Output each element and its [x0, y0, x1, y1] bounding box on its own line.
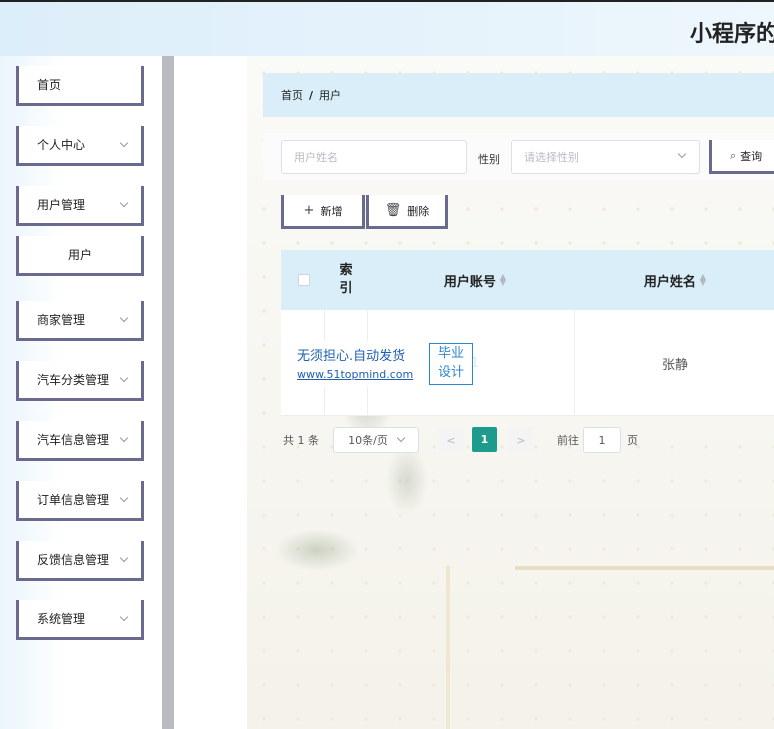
watermark-badge-line1: 毕业 [437, 346, 464, 361]
gutter [174, 56, 247, 729]
table-header: 索 引 用户账号 ▲ ▼ 用户姓名 ▲ ▼ [281, 250, 774, 310]
name-search-input[interactable]: 用户姓名 [281, 140, 467, 174]
column-header-name[interactable]: 用户姓名 ▲ ▼ [575, 250, 774, 310]
select-all-checkbox[interactable] [298, 274, 310, 286]
chevron-down-icon [119, 493, 129, 502]
query-button[interactable]: ⌕ 查询 [709, 140, 774, 174]
sidebar-item-merchant-management[interactable]: 商家管理 [16, 301, 144, 341]
column-header-name-label: 用户姓名 [643, 274, 696, 290]
watermark-text: 无须担心.自动发货 [297, 349, 406, 364]
sidebar-item-home[interactable]: 首页 [16, 66, 144, 106]
goto-prefix: 前往 [557, 434, 579, 447]
page-number-active[interactable]: 1 [472, 427, 497, 452]
sidebar-item-label: 用户管理 [37, 198, 86, 212]
delete-button-label: 删除 [407, 204, 430, 218]
column-header-account[interactable]: 用户账号 ▲ ▼ [375, 250, 575, 310]
watermark-url: www.51topmind.com [297, 368, 414, 381]
sidebar-item-label: 系统管理 [37, 612, 86, 626]
chevron-down-icon [119, 313, 129, 322]
breadcrumb-separator: / [309, 88, 314, 102]
gender-select[interactable]: 请选择性别 [511, 140, 700, 174]
sidebar-item-label: 汽车分类管理 [37, 373, 110, 387]
chevron-down-icon [119, 553, 129, 562]
name-search-placeholder: 用户姓名 [294, 151, 338, 164]
watermark-overlay: 无须担心.自动发货 www.51topmind.com 毕业 设计 [293, 341, 479, 387]
breadcrumb-current: 用户 [319, 89, 342, 102]
sort-icon[interactable]: ▲ ▼ [500, 273, 506, 287]
sidebar-item-label: 用户 [67, 248, 92, 262]
page-size-select[interactable]: 10条/页 [333, 427, 419, 453]
next-page-button[interactable]: > [508, 427, 534, 453]
column-header-index: 索 引 [339, 263, 353, 296]
breadcrumb-home[interactable]: 首页 [281, 87, 303, 103]
page-size-label: 10条/页 [348, 434, 388, 447]
chevron-down-icon [119, 138, 129, 147]
sidebar-item-user[interactable]: 用户 [16, 236, 144, 276]
chevron-down-icon [119, 198, 129, 207]
sidebar-item-label: 汽车信息管理 [37, 433, 110, 447]
breadcrumb: 首页 / 用户 [263, 73, 774, 117]
sidebar-item-feedback-info[interactable]: 反馈信息管理 [16, 541, 144, 581]
sidebar-item-label: 个人中心 [37, 138, 86, 152]
add-button[interactable]: + 新增 [281, 195, 365, 229]
chevron-left-icon: < [446, 433, 456, 447]
goto-page-input[interactable]: 1 [583, 427, 621, 453]
watermark-badge: 毕业 设计 [429, 343, 473, 385]
prev-page-button[interactable]: < [438, 427, 464, 453]
watermark-badge-line2: 设计 [437, 365, 464, 380]
chevron-down-icon [677, 149, 687, 159]
shelf-decoration [515, 566, 774, 570]
sidebar-item-user-management[interactable]: 用户管理 [16, 186, 144, 226]
sidebar-item-label: 反馈信息管理 [37, 553, 110, 567]
plus-icon: + [303, 203, 315, 218]
gender-select-placeholder: 请选择性别 [524, 151, 579, 164]
delete-button[interactable]: 🗑 删除 [366, 195, 448, 229]
shelf-leg-decoration [446, 566, 450, 729]
sidebar-item-car-info[interactable]: 汽车信息管理 [16, 421, 144, 461]
sidebar-scrollbar[interactable] [162, 56, 174, 729]
goto-suffix: 页 [627, 434, 638, 447]
query-button-label: 查询 [740, 149, 763, 163]
sidebar-item-system-management[interactable]: 系统管理 [16, 600, 144, 640]
search-icon: ⌕ [730, 148, 737, 162]
app-title: 小程序的 [690, 22, 774, 47]
sidebar-item-car-category[interactable]: 汽车分类管理 [16, 361, 144, 401]
sidebar-item-order-info[interactable]: 订单信息管理 [16, 481, 144, 521]
chevron-right-icon: > [516, 433, 526, 447]
pagination-total: 共 1 条 [283, 434, 319, 447]
chevron-down-icon [119, 612, 129, 621]
chevron-down-icon [119, 433, 129, 442]
sidebar-item-label: 订单信息管理 [37, 493, 110, 507]
sidebar-item-label: 商家管理 [37, 313, 86, 327]
chevron-down-icon [396, 433, 406, 443]
trash-icon: 🗑 [384, 203, 402, 218]
sidebar-item-personal-center[interactable]: 个人中心 [16, 126, 144, 166]
chevron-down-icon [119, 373, 129, 382]
gender-label: 性别 [478, 153, 500, 166]
cell-name: 张静 [661, 357, 688, 373]
top-header: 小程序的 [0, 0, 774, 56]
sidebar-item-label: 首页 [37, 78, 62, 92]
sort-icon[interactable]: ▲ ▼ [700, 273, 706, 287]
goto-page-value: 1 [598, 433, 606, 447]
add-button-label: 新增 [320, 204, 343, 218]
column-header-account-label: 用户账号 [443, 274, 496, 290]
